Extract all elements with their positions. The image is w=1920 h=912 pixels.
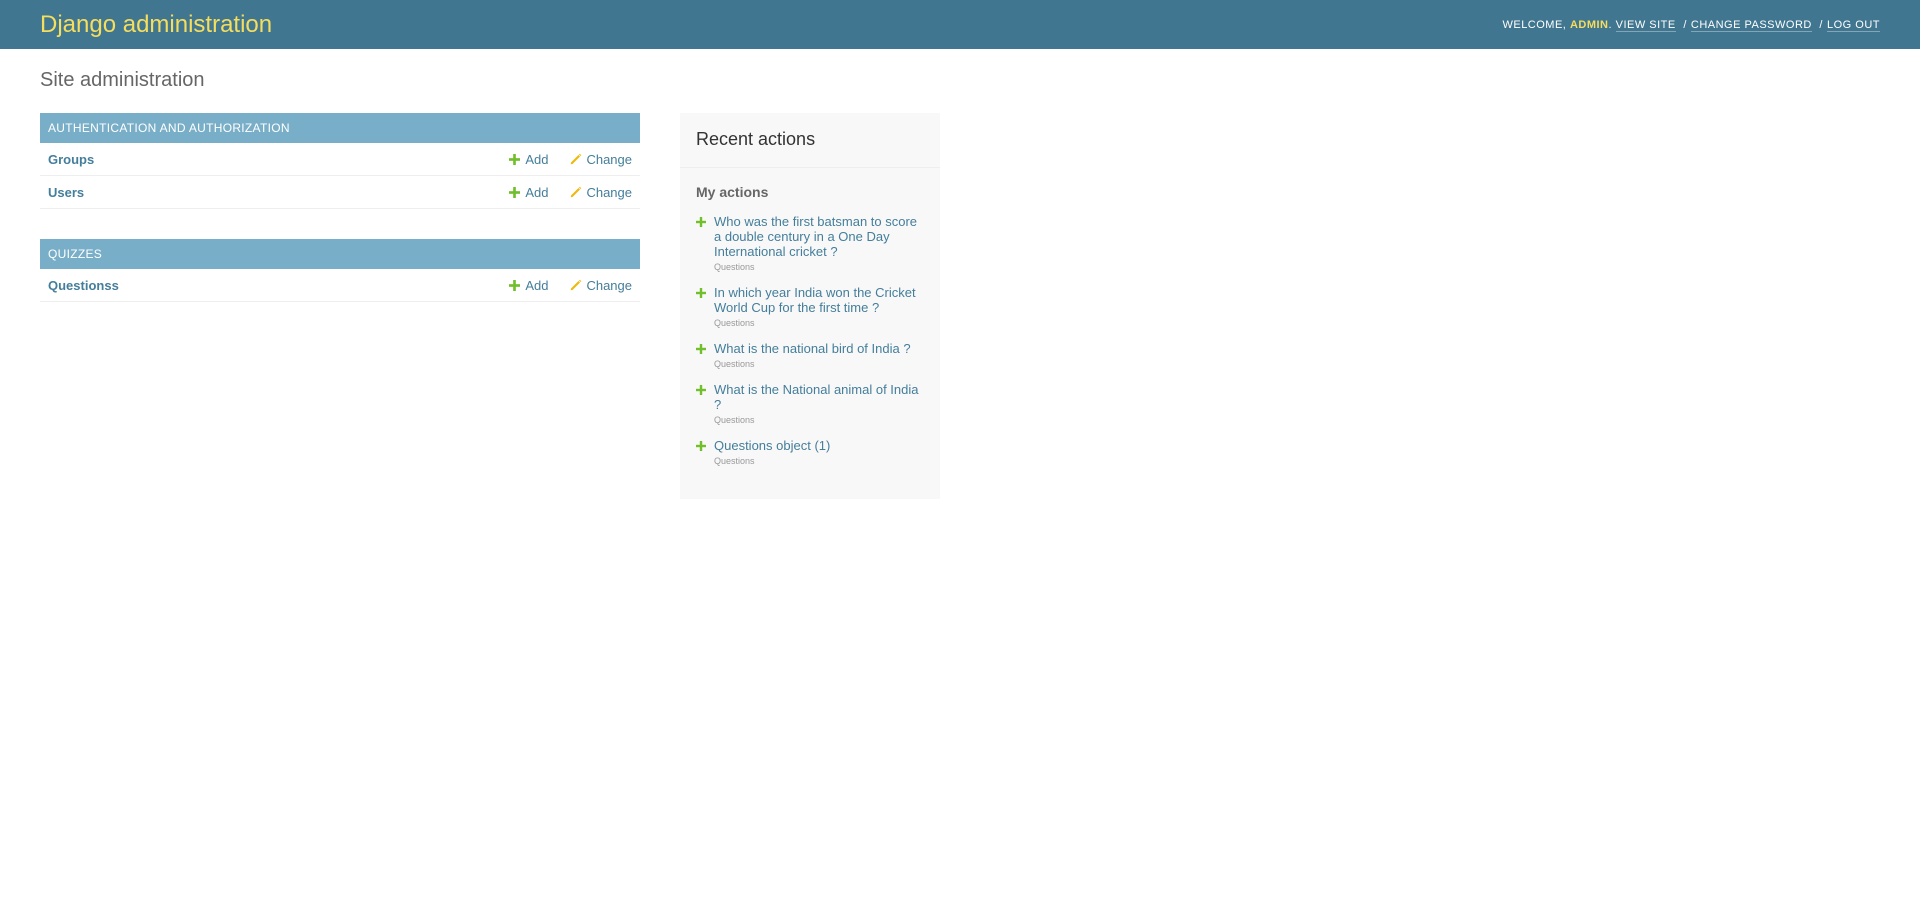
change-label: Change xyxy=(586,277,632,293)
site-branding[interactable]: Django administration xyxy=(40,11,272,39)
model-link-users[interactable]: Users xyxy=(48,185,487,200)
header: Django administration Welcome, admin. Vi… xyxy=(0,0,1920,49)
action-content-type: Questions xyxy=(714,262,755,272)
change-label: Change xyxy=(586,184,632,200)
content: Site administration Authentication and A… xyxy=(0,49,1920,519)
action-content-type: Questions xyxy=(714,359,755,369)
change-label: Change xyxy=(586,151,632,167)
action-item: What is the national bird of India ? Que… xyxy=(696,341,924,369)
change-link[interactable]: Change xyxy=(570,278,632,293)
action-link[interactable]: Who was the first batsman to score a dou… xyxy=(714,214,924,259)
app-caption[interactable]: Authentication and Authorization xyxy=(40,113,640,143)
action-link[interactable]: In which year India won the Cricket Worl… xyxy=(714,285,924,315)
plus-icon xyxy=(696,344,706,354)
app-caption[interactable]: Quizzes xyxy=(40,239,640,269)
add-link[interactable]: Add xyxy=(509,278,548,293)
add-label: Add xyxy=(525,184,549,200)
plus-icon xyxy=(509,153,521,165)
app-module-quizzes: Quizzes Questionss Add Change xyxy=(40,239,640,302)
separator: / xyxy=(1683,18,1687,31)
action-body: What is the National animal of India ? Q… xyxy=(714,382,924,425)
action-body: Who was the first batsman to score a dou… xyxy=(714,214,924,272)
action-body: Questions object (1) Questions xyxy=(714,438,924,466)
model-row-questionss: Questionss Add Change xyxy=(40,269,640,302)
add-label: Add xyxy=(525,151,549,167)
action-link[interactable]: What is the national bird of India ? xyxy=(714,341,924,356)
user-tools: Welcome, admin. View site / Change passwo… xyxy=(1502,18,1880,32)
add-link[interactable]: Add xyxy=(509,185,548,200)
model-link-questionss[interactable]: Questionss xyxy=(48,278,487,293)
action-item: In which year India won the Cricket Worl… xyxy=(696,285,924,328)
change-password-link[interactable]: Change password xyxy=(1690,18,1812,32)
plus-icon xyxy=(696,288,706,298)
app-module-auth: Authentication and Authorization Groups … xyxy=(40,113,640,209)
change-link[interactable]: Change xyxy=(570,152,632,167)
recent-actions-panel: Recent actions My actions Who was the fi… xyxy=(680,113,940,499)
model-row-groups: Groups Add Change xyxy=(40,143,640,176)
page-title: Site administration xyxy=(40,69,205,91)
separator: / xyxy=(1819,18,1823,31)
view-site-link[interactable]: View site xyxy=(1615,18,1676,32)
log-out-link[interactable]: Log out xyxy=(1826,18,1880,32)
welcome-username: admin xyxy=(1569,18,1609,31)
change-link[interactable]: Change xyxy=(570,185,632,200)
action-link[interactable]: What is the National animal of India ? xyxy=(714,382,924,412)
pencil-icon xyxy=(571,153,582,165)
welcome-text: Welcome, xyxy=(1502,18,1567,31)
pencil-icon xyxy=(571,186,582,198)
action-body: In which year India won the Cricket Worl… xyxy=(714,285,924,328)
action-link[interactable]: Questions object (1) xyxy=(714,438,924,453)
action-body: What is the national bird of India ? Que… xyxy=(714,341,924,369)
plus-icon xyxy=(696,385,706,395)
action-item: Questions object (1) Questions xyxy=(696,438,924,466)
my-actions-title: My actions xyxy=(696,184,769,200)
recent-actions-title: Recent actions xyxy=(680,113,940,168)
content-main: Authentication and Authorization Groups … xyxy=(40,113,640,332)
model-row-users: Users Add Change xyxy=(40,176,640,209)
action-item: Who was the first batsman to score a dou… xyxy=(696,214,924,272)
action-list: Who was the first batsman to score a dou… xyxy=(680,214,940,499)
plus-icon xyxy=(509,186,521,198)
action-content-type: Questions xyxy=(714,318,755,328)
plus-icon xyxy=(509,279,521,291)
add-label: Add xyxy=(525,277,549,293)
plus-icon xyxy=(696,441,706,451)
action-item: What is the National animal of India ? Q… xyxy=(696,382,924,425)
welcome-period: . xyxy=(1608,18,1613,31)
model-link-groups[interactable]: Groups xyxy=(48,152,487,167)
add-link[interactable]: Add xyxy=(509,152,548,167)
action-content-type: Questions xyxy=(714,456,755,466)
plus-icon xyxy=(696,217,706,227)
action-content-type: Questions xyxy=(714,415,755,425)
pencil-icon xyxy=(571,279,582,291)
